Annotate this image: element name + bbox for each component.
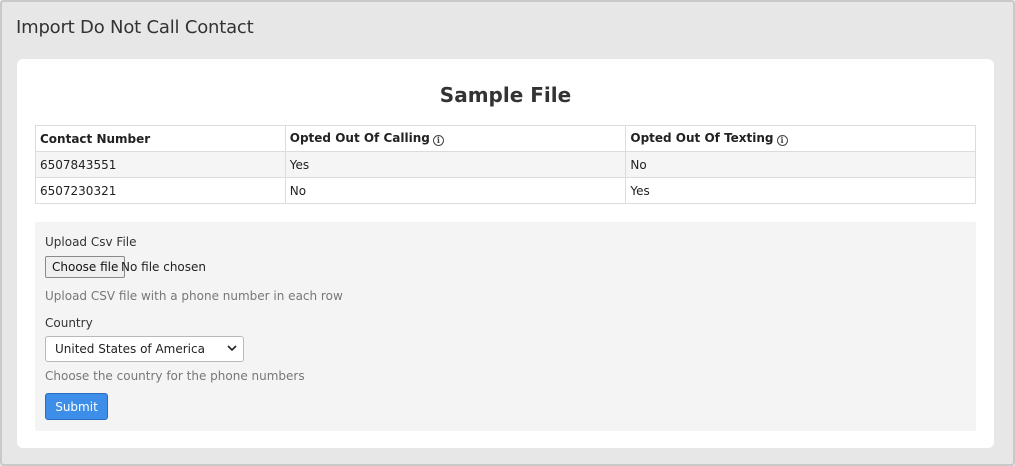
column-header-opted-out-calling: Opted Out Of Calling i: [284, 125, 627, 152]
table-cell: Yes: [625, 177, 976, 204]
table-cell: No: [625, 151, 976, 178]
info-icon[interactable]: i: [776, 135, 788, 146]
column-header-opted-out-texting: Opted Out Of Texting i: [625, 125, 976, 152]
country-selected-value: United States of America: [55, 342, 205, 356]
country-select[interactable]: United States of America: [45, 336, 244, 362]
country-help-text: Choose the country for the phone numbers: [45, 369, 305, 383]
info-icon[interactable]: i: [432, 135, 444, 146]
table-header-row: Contact Number Opted Out Of Calling i Opt…: [35, 125, 976, 152]
upload-csv-label: Upload Csv File: [45, 235, 137, 249]
table-row: 6507843551 Yes No: [35, 151, 976, 178]
table-cell: 6507230321: [35, 177, 286, 204]
column-header-contact-number: Contact Number: [35, 125, 286, 152]
chevron-down-icon: [227, 345, 237, 352]
upload-help-text: Upload CSV file with a phone number in e…: [45, 289, 343, 303]
upload-form: Upload Csv File Choose file No file chos…: [35, 222, 976, 431]
table-cell: No: [284, 177, 627, 204]
submit-button[interactable]: Submit: [45, 393, 108, 420]
sample-table: Contact Number Opted Out Of Calling i Opt…: [35, 125, 976, 204]
app-window: Import Do Not Call Contact Sample File C…: [0, 0, 1015, 466]
file-status-text: No file chosen: [121, 260, 207, 274]
choose-file-button[interactable]: Choose file: [45, 256, 126, 278]
page-title: Import Do Not Call Contact: [16, 17, 254, 38]
import-card: Sample File Contact Number Opted Out Of …: [17, 59, 994, 448]
country-label: Country: [45, 316, 93, 330]
sample-file-heading: Sample File: [439, 83, 572, 107]
table-cell: Yes: [284, 151, 627, 178]
table-row: 6507230321 No Yes: [35, 177, 976, 204]
table-cell: 6507843551: [35, 151, 286, 178]
